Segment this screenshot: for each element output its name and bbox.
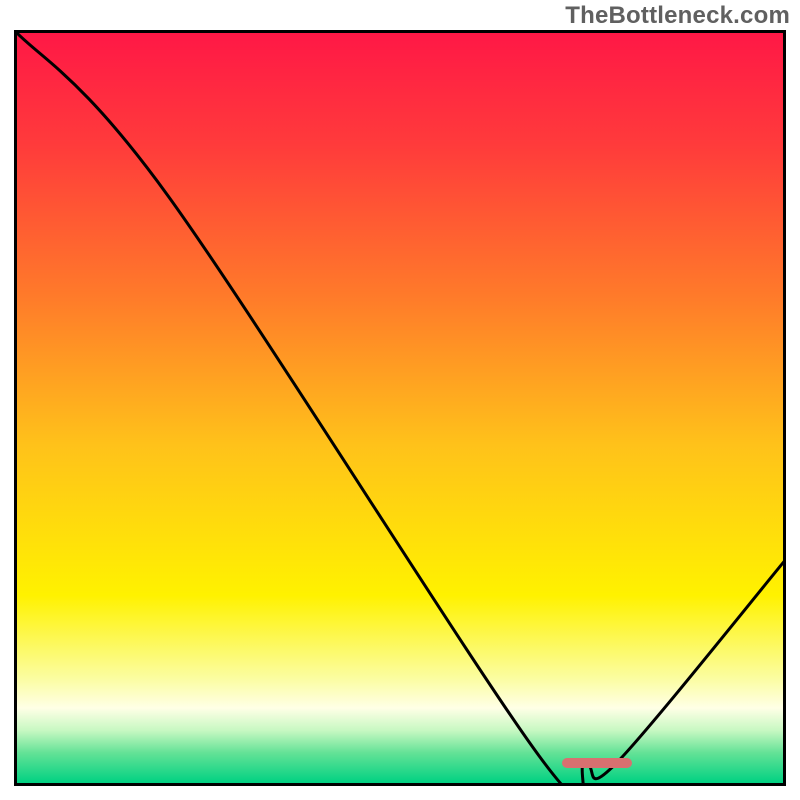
- optimal-range-marker: [562, 758, 631, 768]
- curve-svg: [14, 30, 786, 786]
- watermark-text: TheBottleneck.com: [565, 2, 790, 30]
- chart-stage: TheBottleneck.com: [0, 0, 800, 800]
- bottleneck-curve: [14, 30, 786, 786]
- plot-frame: [14, 30, 786, 786]
